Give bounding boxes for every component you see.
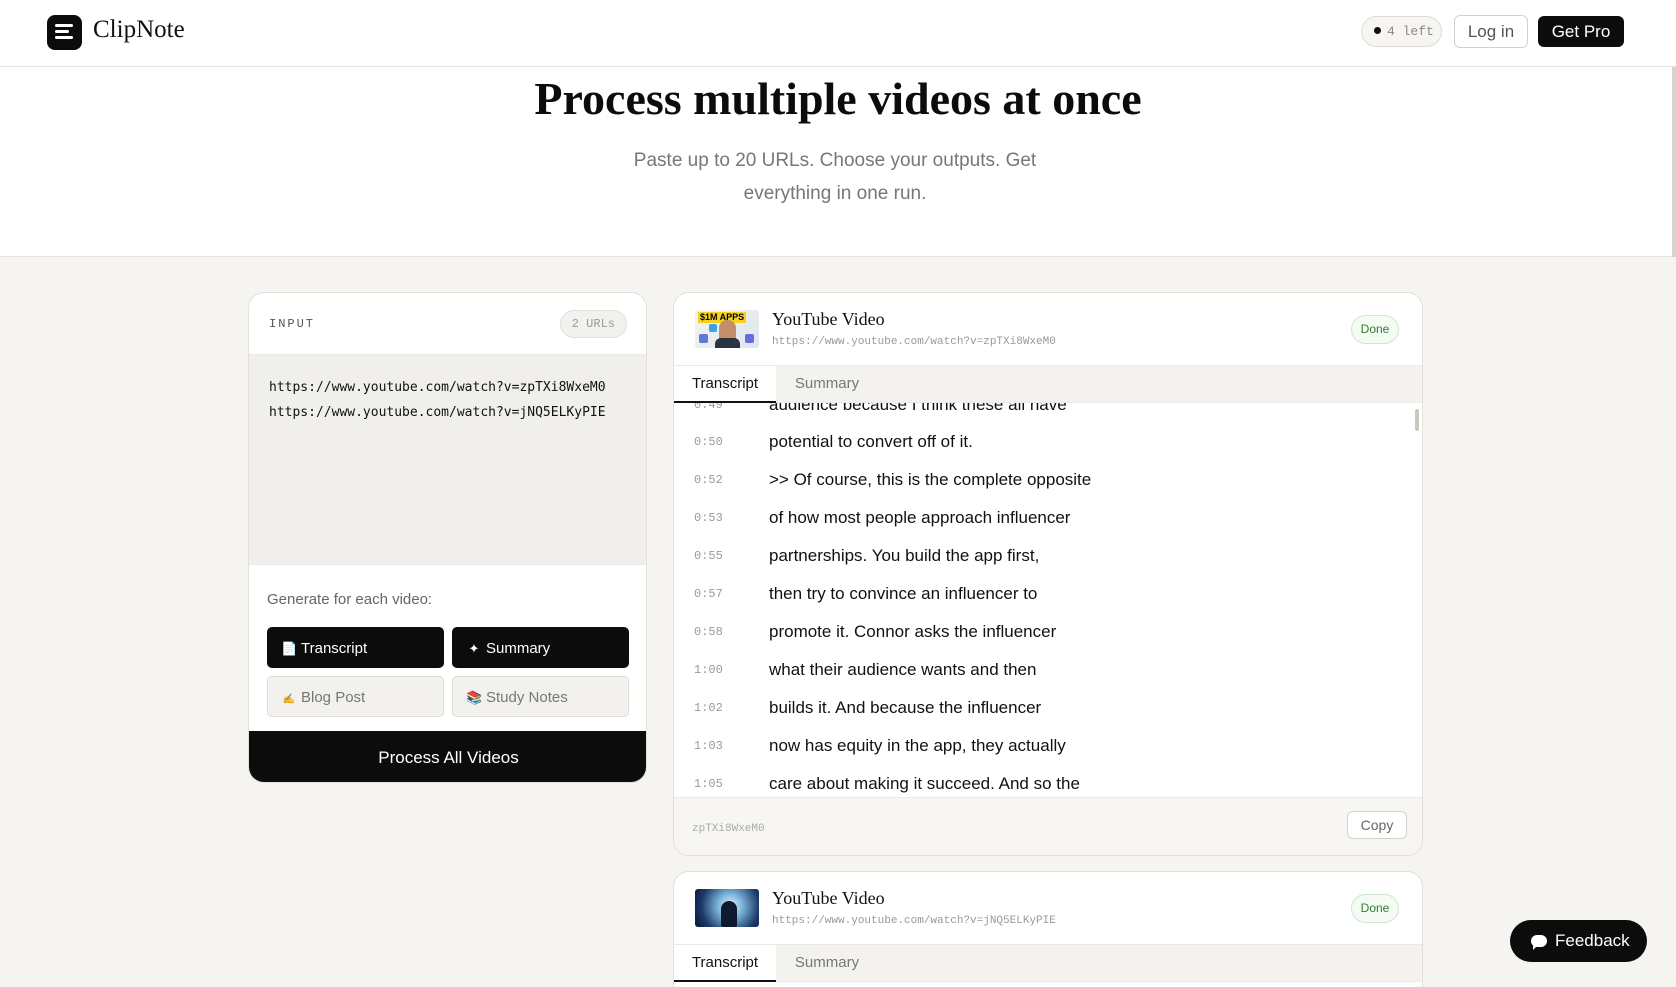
credits-text: 4 left xyxy=(1387,24,1434,39)
video-title: YouTube Video xyxy=(772,309,885,329)
process-all-button[interactable]: Process All Videos xyxy=(249,731,646,782)
transcript-line: 1:00 what their audience wants and then xyxy=(674,652,1404,690)
transcript-text: what their audience wants and then xyxy=(769,660,1037,679)
login-button[interactable]: Log in xyxy=(1454,15,1528,48)
status-badge: Done xyxy=(1351,315,1399,344)
tab-summary[interactable]: Summary xyxy=(776,945,878,982)
transcript-line: 1:02 builds it. And because the influence… xyxy=(674,690,1404,728)
video-card: YouTube Video https://www.youtube.com/wa… xyxy=(673,871,1423,987)
input-panel: INPUT 2 URLs https://www.youtube.com/wat… xyxy=(248,292,647,783)
feedback-button[interactable]: Feedback xyxy=(1510,920,1647,962)
card-footer: zpTXi8WxeM0 Copy xyxy=(674,797,1422,855)
page-scrollbar[interactable] xyxy=(1672,67,1676,257)
option-label: Summary xyxy=(486,640,551,657)
video-thumbnail xyxy=(695,889,759,927)
timestamp: 0:57 xyxy=(694,587,723,601)
logo-icon[interactable] xyxy=(47,15,82,50)
transcript-line: 0:53 of how most people approach influenc… xyxy=(674,500,1404,538)
option-transcript-button[interactable]: 📄 Transcript xyxy=(267,627,444,668)
transcript-text: now has equity in the app, they actually xyxy=(769,736,1066,755)
transcript-text: builds it. And because the influencer xyxy=(769,698,1042,717)
transcript-text: partnerships. You build the app first, xyxy=(769,546,1040,565)
video-url[interactable]: https://www.youtube.com/watch?v=zpTXi8Wx… xyxy=(772,336,1056,348)
option-study-notes-button[interactable]: 📚 Study Notes xyxy=(452,676,629,717)
transcript-list[interactable]: 0:49 audience because I think these all h… xyxy=(674,403,1422,797)
option-summary-button[interactable]: ✦ Summary xyxy=(452,627,629,668)
transcript-text: promote it. Connor asks the influencer xyxy=(769,622,1057,641)
timestamp: 1:05 xyxy=(694,777,723,791)
books-icon: 📚 xyxy=(466,690,483,705)
page-subtitle: Paste up to 20 URLs. Choose your outputs… xyxy=(633,150,1037,204)
transcript-line: 0:55 partnerships. You build the app firs… xyxy=(674,538,1404,576)
chat-bubble-icon xyxy=(1531,935,1547,950)
sparkle-icon: ✦ xyxy=(468,641,480,656)
timestamp: 0:53 xyxy=(694,511,723,525)
video-id: zpTXi8WxeM0 xyxy=(692,823,765,835)
video-thumbnail: $1M APPS xyxy=(695,310,759,348)
input-panel-header: INPUT 2 URLs xyxy=(249,293,646,355)
generate-label: Generate for each video: xyxy=(267,591,433,608)
transcript-line: 1:05 care about making it succeed. And so… xyxy=(674,766,1404,797)
transcript-line: 0:49 audience because I think these all h… xyxy=(674,403,1404,425)
output-tabs: Transcript Summary xyxy=(674,365,1422,403)
transcript-line: 0:57 then try to convince an influencer t… xyxy=(674,576,1404,614)
video-title: YouTube Video xyxy=(772,888,885,908)
video-card: $1M APPS YouTube Video https://www.youtu… xyxy=(673,292,1423,856)
top-navbar: ClipNote 4 left Log in Get Pro xyxy=(0,0,1676,67)
status-dot-icon xyxy=(1374,27,1381,34)
option-label: Blog Post xyxy=(301,689,366,706)
transcript-text: >> Of course, this is the complete oppos… xyxy=(769,470,1092,489)
tab-summary[interactable]: Summary xyxy=(776,366,878,403)
timestamp: 1:02 xyxy=(694,701,723,715)
transcript-line: 0:52 >> Of course, this is the complete o… xyxy=(674,462,1404,500)
option-blog-post-button[interactable]: ✍ Blog Post xyxy=(267,676,444,717)
get-pro-button[interactable]: Get Pro xyxy=(1538,16,1624,47)
timestamp: 1:03 xyxy=(694,739,723,753)
timestamp: 0:55 xyxy=(694,549,723,563)
feedback-label: Feedback xyxy=(1555,931,1630,950)
tab-transcript[interactable]: Transcript xyxy=(674,945,776,982)
brand-name[interactable]: ClipNote xyxy=(93,16,185,44)
option-label: Transcript xyxy=(301,640,368,657)
video-url[interactable]: https://www.youtube.com/watch?v=jNQ5ELKy… xyxy=(772,915,1056,927)
transcript-text: then try to convince an influencer to xyxy=(769,584,1038,603)
pen-icon: ✍ xyxy=(282,694,296,705)
transcript-scrollbar[interactable] xyxy=(1415,409,1419,431)
transcript-text: audience because I think these all have xyxy=(769,403,1067,414)
timestamp: 0:50 xyxy=(694,435,723,449)
tab-transcript[interactable]: Transcript xyxy=(674,366,776,403)
document-icon: 📄 xyxy=(281,641,298,656)
copy-button[interactable]: Copy xyxy=(1347,811,1407,839)
transcript-text: care about making it succeed. And so the xyxy=(769,774,1080,793)
url-count-badge: 2 URLs xyxy=(559,310,627,338)
transcript-text: of how most people approach influencer xyxy=(769,508,1071,527)
status-badge: Done xyxy=(1351,894,1399,923)
urls-textarea[interactable]: https://www.youtube.com/watch?v=zpTXi8Wx… xyxy=(249,355,646,565)
timestamp: 0:52 xyxy=(694,473,723,487)
timestamp: 0:49 xyxy=(694,403,723,412)
credits-badge: 4 left xyxy=(1361,16,1442,47)
output-tabs: Transcript Summary xyxy=(674,944,1422,982)
transcript-line: 0:50 potential to convert off of it. xyxy=(674,424,1404,462)
hero-section: Process multiple videos at once Paste up… xyxy=(0,67,1676,257)
transcript-line: 0:58 promote it. Connor asks the influenc… xyxy=(674,614,1404,652)
page-title: Process multiple videos at once xyxy=(534,73,1142,124)
transcript-line: 1:03 now has equity in the app, they actu… xyxy=(674,728,1404,766)
option-label: Study Notes xyxy=(486,689,568,706)
input-label: INPUT xyxy=(269,317,316,331)
timestamp: 1:00 xyxy=(694,663,723,677)
timestamp: 0:58 xyxy=(694,625,723,639)
transcript-text: potential to convert off of it. xyxy=(769,432,973,451)
